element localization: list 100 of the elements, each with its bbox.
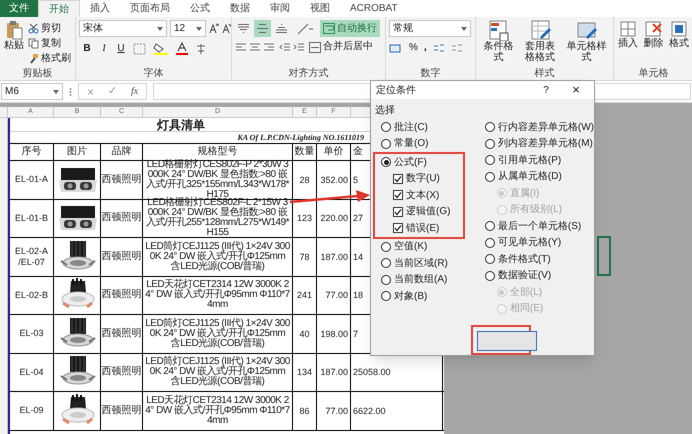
align-icon [238,24,249,33]
underline-button[interactable]: U [115,42,127,54]
table-cell: 西顿照明 [102,328,142,339]
wrap-text-button[interactable]: 自动换行 [320,20,380,37]
table-format-icon [529,20,552,41]
indent-icon [279,42,291,52]
checkbox[interactable]: 文本(X) [393,188,440,203]
table-cell: 187.00 [320,367,348,378]
cut-button[interactable]: 剪切 [28,22,71,35]
radio-button[interactable]: 可见单元格(Y) [484,235,562,250]
table-cell: LED天花灯CET2314 12W 3000K 24° DW 嵌入式/开孔Φ95mm Φ110*74mm [145,396,290,426]
comma-button[interactable]: , [424,42,427,54]
grow-font-icon [209,23,219,34]
column-heading: 单价 [324,147,344,157]
insert-cells-icon [619,20,638,38]
radio-button[interactable]: 批注(C) [381,120,428,135]
group-label: 数字 [420,68,440,80]
merge-center-button[interactable]: 合并后居中 [309,41,373,53]
sheet-subtitle: KA Of L.P.CDN-Lighting NO.1611019 [236,132,364,144]
table-cell: 352.00 [320,174,348,185]
close-button[interactable]: × [566,80,586,100]
vertical-align-button[interactable] [254,20,271,37]
ribbon-tab[interactable]: 公式 [180,0,220,17]
number-format-field[interactable]: 常规 [389,20,471,37]
style-button[interactable]: 条件格式 [479,20,518,67]
currency-icon [389,42,403,54]
column-heading: 数量 [294,147,314,157]
table-cell: 25058.00 [353,367,391,378]
ribbon-tab[interactable]: 数据 [220,0,260,17]
ribbon-tab[interactable]: 审阅 [260,0,300,17]
column-heading: 序号 [22,147,42,157]
table-cell: 241 [296,290,312,300]
fill-color-icon [153,42,169,55]
style-button[interactable]: 单元格样式 [562,20,610,67]
radio-button[interactable]: 最后一个单元格(S) [484,218,582,234]
dialog-title: 定位条件 [376,84,417,98]
radio-button[interactable]: 空值(K) [381,239,428,254]
shrink-font-icon [222,23,231,34]
table-cell: LED筒灯CEJ1125 (III代) 1×24V 3000K 24° DW 嵌入式/开孔Φ125mm 含LED光源(COB/普瑞) [145,242,290,272]
table-cell: 14 [353,252,364,262]
cells-button[interactable]: 插入 [617,20,640,67]
group-label: 对齐方式 [288,68,328,80]
radio-button[interactable]: 从属单元格(D) [484,169,562,184]
table-cell: 198.00 [320,328,348,339]
dropdown-icon [461,26,467,30]
table-cell: 40 [299,328,310,339]
radio-button[interactable]: 当前数组(A) [381,272,448,288]
font-name-field[interactable]: 宋体 [79,20,167,37]
bold-button[interactable]: B [81,42,93,54]
font-size-field[interactable]: 12 [170,20,206,37]
column-heading: 规格型号 [198,147,238,157]
radio-button[interactable]: 数据验证(V) [484,268,552,284]
table-cell: 134 [296,367,312,378]
percent-button[interactable]: % [409,42,418,54]
table-cell: 220.00 [320,213,348,224]
help-button[interactable]: ? [536,82,556,98]
checkbox[interactable]: 逻辑值(G) [393,204,450,220]
ribbon-tab[interactable]: 视图 [300,0,340,17]
radio-button[interactable]: 对象(B) [381,288,428,304]
radio-button[interactable]: 条件格式(T) [484,252,551,267]
ribbon-tab[interactable]: 开始 [38,0,80,17]
delete-cells-icon [644,20,662,38]
paste-button[interactable]: 粘贴 [4,20,24,52]
table-cell: LED天花灯CET2314 12W 3000K 24° DW 嵌入式/开孔Φ95mm Φ110*74mm [145,280,290,310]
ribbon-tab[interactable]: ACROBAT [340,0,408,17]
radio-button[interactable]: 行内容差异单元格(W) [484,120,594,135]
align-icon [235,42,247,52]
radio-button[interactable]: 常量(O) [381,136,428,152]
cells-button[interactable]: 格式 [668,20,690,67]
table-cell: 18 [353,290,364,300]
table-cell: EL-09 [19,405,44,416]
table-cell: 86 [299,406,310,416]
ribbon-tab[interactable]: 页面布局 [120,0,180,17]
table-cell: 5 [353,174,358,185]
dropdown-icon [196,26,202,30]
radio-button[interactable]: 当前区域(R) [381,256,448,271]
radio-button[interactable]: 列内容差异单元格(M) [484,136,593,152]
radio-button[interactable]: 公式(F) [381,154,427,170]
name-box[interactable]: M6 [1,83,63,100]
table-cell: 西顿照明 [102,252,142,262]
copy-button[interactable]: 复制 [28,37,71,50]
ribbon-tab[interactable]: 插入 [80,0,120,17]
table-cell: 西顿照明 [102,213,142,224]
table-cell: 28 [299,174,310,185]
insert-function-button[interactable]: fx [131,84,138,99]
align-icon [276,24,287,33]
phonetic-icon [195,42,207,54]
ribbon-tab[interactable]: 文件 [0,0,38,17]
table-cell: 27 [353,213,364,224]
dropdown-icon [53,90,59,94]
table-cell: LED筒灯CEJ1125 (III代) 1×24V 3000K 24° DW 嵌入式/开孔Φ125mm 含LED光源(COB/普瑞) [145,357,290,388]
checkbox[interactable]: 错误(E) [393,220,440,236]
checkbox[interactable]: 数字(U) [393,171,440,186]
radio-button[interactable]: 引用单元格(P) [484,152,562,168]
cells-button[interactable]: 删除 [642,20,665,67]
align-icon [263,42,275,52]
italic-button[interactable]: I [99,42,109,54]
style-button[interactable]: 套用表格格式 [520,20,560,67]
table-cell: EL-03 [19,328,44,340]
dialog-button[interactable] [477,331,537,351]
